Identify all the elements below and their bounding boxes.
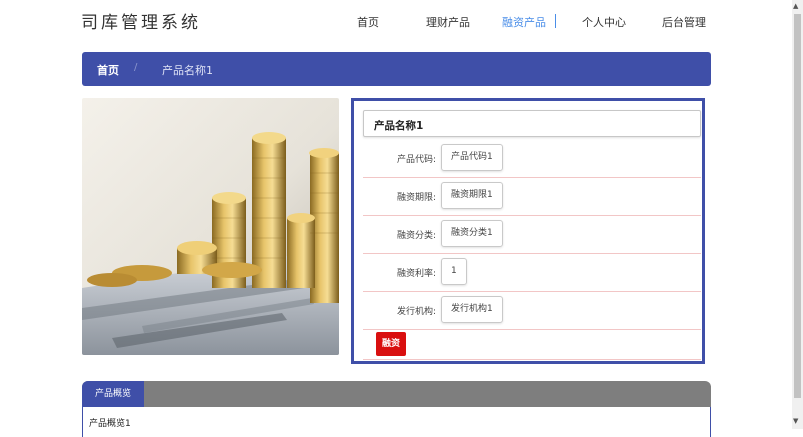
field-value: 产品代码1 bbox=[441, 144, 503, 171]
nav-active-divider bbox=[555, 14, 556, 28]
field-label: 发行机构: bbox=[396, 307, 436, 317]
scrollbar-thumb[interactable] bbox=[794, 14, 801, 398]
overview-text: 产品概览1 bbox=[89, 419, 131, 429]
field-value: 发行机构1 bbox=[441, 296, 503, 323]
tab-product-overview[interactable]: 产品概览 bbox=[82, 381, 144, 407]
product-title-box: 产品名称1 bbox=[363, 110, 701, 137]
breadcrumb-home-link[interactable]: 首页 bbox=[97, 62, 119, 78]
nav-home[interactable]: 首页 bbox=[357, 14, 379, 30]
field-row-financing-term: 融资期限: 融资期限1 bbox=[363, 177, 701, 216]
breadcrumb-current: 产品名称1 bbox=[162, 64, 213, 77]
product-detail-panel: 产品名称1 产品代码: 产品代码1 融资期限: 融资期限1 融资分类: 融资分类… bbox=[351, 98, 705, 364]
field-row-financing-rate: 融资利率: 1 bbox=[363, 253, 701, 292]
field-value: 融资分类1 bbox=[441, 220, 503, 247]
field-label: 融资期限: bbox=[396, 193, 436, 203]
overview-content: 产品概览1 bbox=[82, 407, 711, 437]
field-row-issuer: 发行机构: 发行机构1 bbox=[363, 291, 701, 330]
field-value: 融资期限1 bbox=[441, 182, 503, 209]
nav-wealth-products[interactable]: 理财产品 bbox=[426, 14, 470, 30]
overview-header bbox=[82, 381, 711, 407]
nav-personal-center[interactable]: 个人中心 bbox=[582, 14, 626, 30]
site-logo: 司库管理系统 bbox=[81, 13, 201, 33]
scroll-up-arrow-icon[interactable]: ▲ bbox=[793, 2, 798, 10]
field-row-financing-category: 融资分类: 融资分类1 bbox=[363, 215, 701, 254]
apply-financing-button[interactable]: 融资 bbox=[376, 332, 406, 356]
field-label: 融资利率: bbox=[396, 269, 436, 279]
breadcrumb-separator: / bbox=[134, 62, 138, 73]
nav-admin[interactable]: 后台管理 bbox=[662, 14, 706, 30]
product-image bbox=[82, 98, 339, 355]
field-label: 产品代码: bbox=[396, 155, 436, 165]
field-label: 融资分类: bbox=[396, 231, 436, 241]
field-value: 1 bbox=[441, 258, 467, 285]
field-row-product-code: 产品代码: 产品代码1 bbox=[363, 139, 701, 178]
breadcrumb: 首页 / 产品名称1 bbox=[82, 52, 711, 86]
nav-financing-products[interactable]: 融资产品 bbox=[502, 14, 546, 30]
product-title: 产品名称1 bbox=[374, 120, 424, 132]
scroll-down-arrow-icon[interactable]: ▼ bbox=[793, 417, 798, 425]
divider bbox=[363, 359, 701, 360]
